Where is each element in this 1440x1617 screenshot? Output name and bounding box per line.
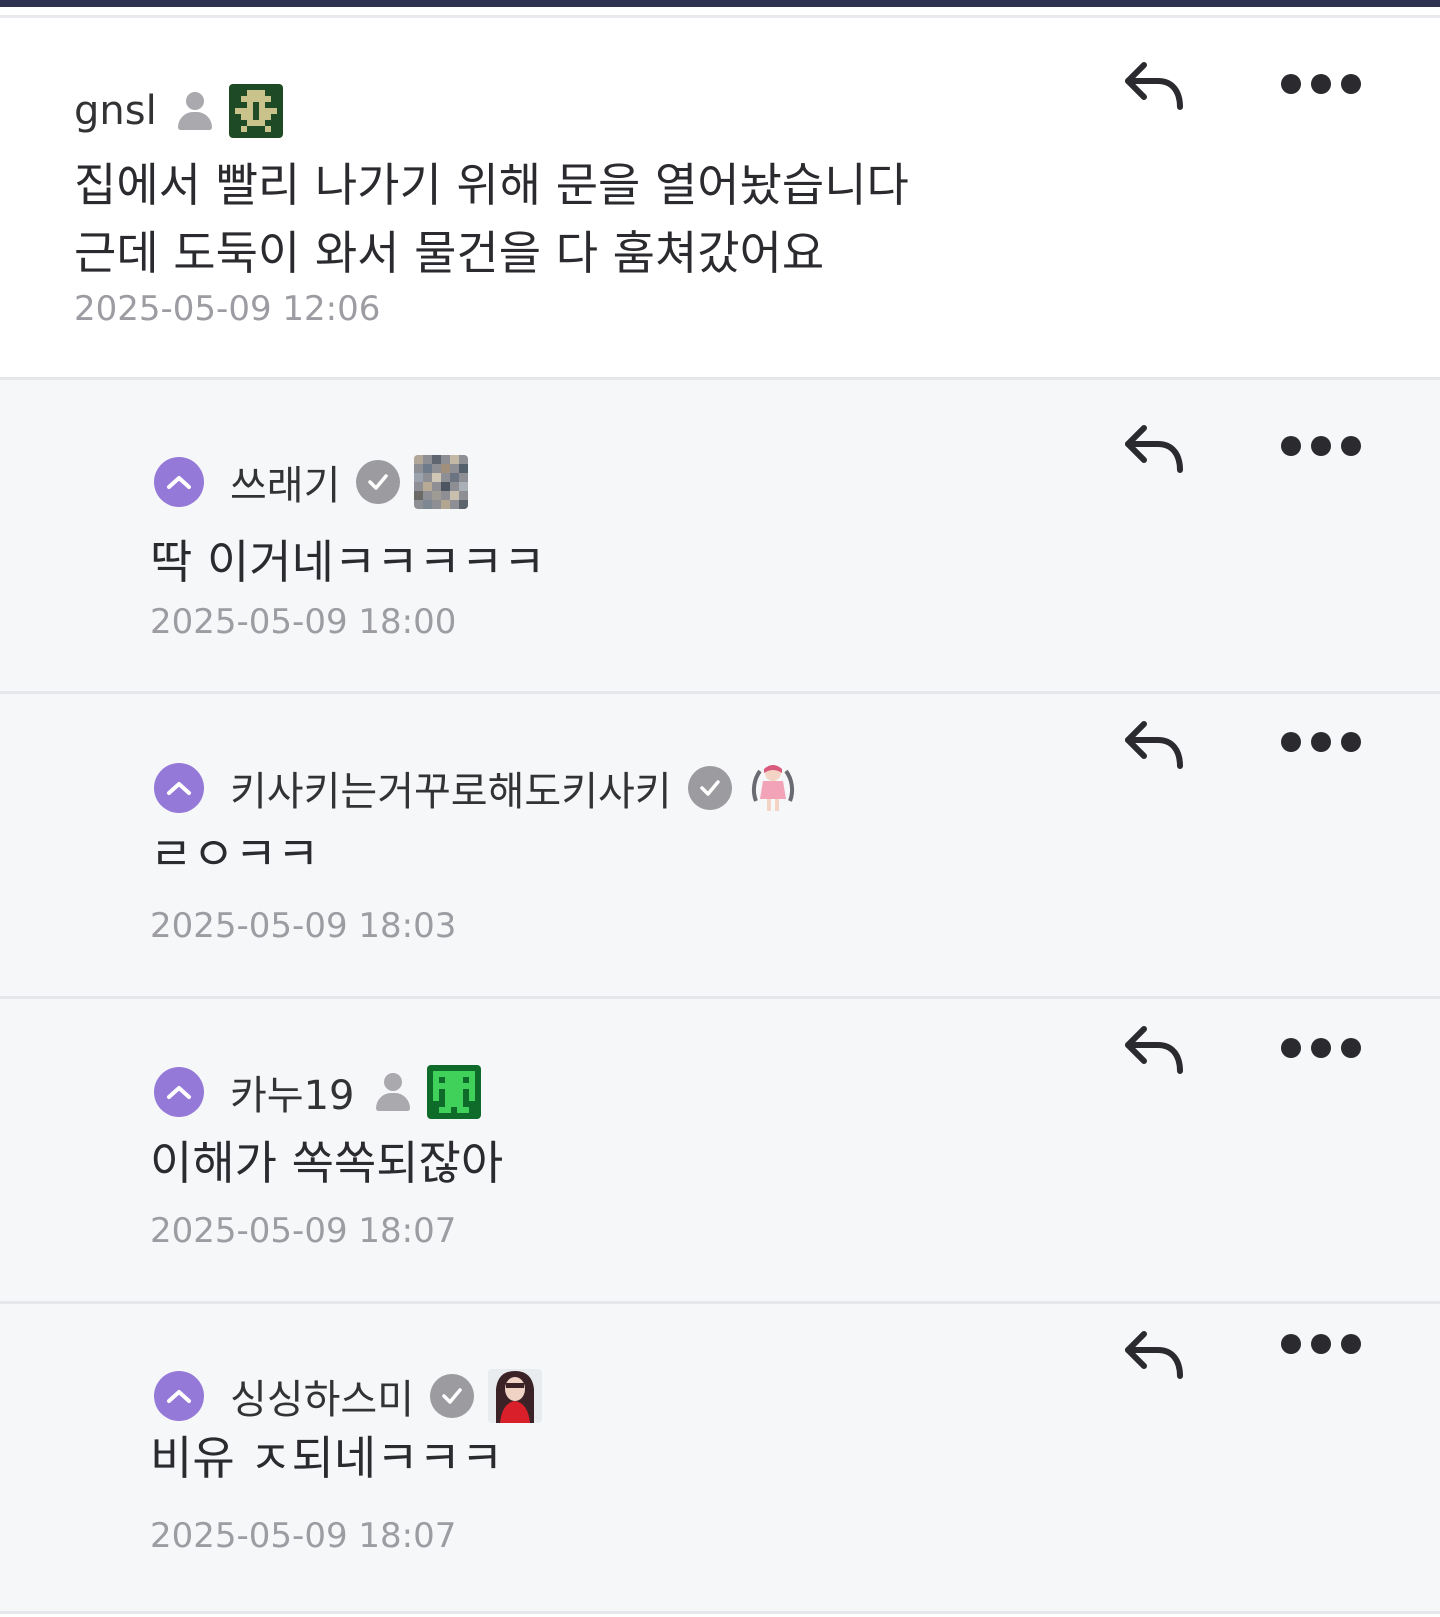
comment-text: 딱 이거네ㅋㅋㅋㅋㅋ bbox=[150, 535, 546, 589]
author-row: 쓰래기 bbox=[154, 452, 469, 512]
more-dot bbox=[1281, 732, 1301, 752]
reply-icon bbox=[1125, 62, 1183, 110]
more-dot bbox=[1311, 732, 1331, 752]
author-name[interactable]: 싱싱하스미 bbox=[230, 1367, 414, 1425]
comment-text: 비유 ㅈ되네ㅋㅋㅋ bbox=[150, 1431, 504, 1485]
verified-icon bbox=[687, 766, 732, 810]
reply-icon bbox=[1125, 1331, 1183, 1379]
user-icon bbox=[373, 1071, 413, 1113]
reply-icon bbox=[1125, 425, 1183, 473]
more-options-button[interactable] bbox=[1281, 431, 1361, 461]
author-name[interactable]: 쓰래기 bbox=[230, 453, 340, 511]
more-dot bbox=[1281, 1334, 1301, 1354]
more-dot bbox=[1341, 74, 1361, 94]
timestamp: 2025-05-09 18:07 bbox=[150, 1211, 457, 1251]
author-row: 싱싱하스미 bbox=[154, 1366, 542, 1426]
reply-button[interactable] bbox=[1122, 716, 1186, 780]
collapse-button[interactable] bbox=[154, 763, 204, 813]
more-options-button[interactable] bbox=[1281, 1033, 1361, 1063]
header-bar bbox=[0, 0, 1440, 7]
collapse-button[interactable] bbox=[154, 1067, 204, 1117]
collapse-button[interactable] bbox=[154, 457, 204, 507]
reply-icon bbox=[1125, 1026, 1183, 1074]
timestamp: 2025-05-09 18:00 bbox=[150, 602, 457, 642]
verified-icon bbox=[430, 1374, 474, 1418]
avatar[interactable] bbox=[426, 1065, 481, 1119]
comment-item: 싱싱하스미 비유 ㅈ되네ㅋㅋㅋ 2025-05-09 18:07 bbox=[0, 1304, 1440, 1614]
author-row: 카누19 bbox=[154, 1062, 481, 1122]
comment-text: 이해가 쏙쏙되잖아 bbox=[150, 1136, 504, 1190]
more-dot bbox=[1341, 436, 1361, 456]
chevron-up-icon bbox=[167, 782, 191, 795]
chevron-up-icon bbox=[167, 1390, 191, 1403]
more-dot bbox=[1311, 1038, 1331, 1058]
comment-text: ㄹㅇㅋㅋ bbox=[150, 827, 320, 881]
more-dot bbox=[1281, 74, 1301, 94]
more-options-button[interactable] bbox=[1281, 1329, 1361, 1359]
verified-icon bbox=[356, 460, 401, 504]
more-dot bbox=[1281, 1038, 1301, 1058]
avatar[interactable] bbox=[414, 455, 469, 509]
reply-button[interactable] bbox=[1122, 57, 1186, 121]
author-name[interactable]: 카누19 bbox=[230, 1063, 355, 1121]
timestamp: 2025-05-09 18:07 bbox=[150, 1516, 457, 1556]
comment-item: 쓰래기 딱 이거네ㅋㅋㅋㅋㅋ 2025-05-09 18:00 bbox=[0, 380, 1440, 694]
author-row: 키사키는거꾸로해도키사키 bbox=[154, 758, 800, 818]
reply-icon bbox=[1125, 721, 1183, 769]
reply-button[interactable] bbox=[1122, 1021, 1186, 1085]
comment-text: 집에서 빨리 나가기 위해 문을 열어놨습니다 근데 도둑이 와서 물건을 다 … bbox=[74, 158, 909, 280]
reply-button[interactable] bbox=[1122, 1326, 1186, 1390]
more-dot bbox=[1341, 732, 1361, 752]
more-options-button[interactable] bbox=[1281, 727, 1361, 757]
author-name[interactable]: gnsl bbox=[74, 88, 157, 134]
chevron-up-icon bbox=[167, 1086, 191, 1099]
comment-item: gnsl 집에서 빨리 나가기 위해 문을 열어놨습니다 근데 도둑이 와서 물… bbox=[0, 21, 1440, 380]
more-dot bbox=[1281, 436, 1301, 456]
author-name[interactable]: 키사키는거꾸로해도키사키 bbox=[230, 759, 672, 817]
author-row: gnsl bbox=[74, 81, 283, 141]
timestamp: 2025-05-09 18:03 bbox=[150, 906, 457, 946]
more-dot bbox=[1341, 1334, 1361, 1354]
avatar[interactable] bbox=[228, 84, 283, 138]
chevron-up-icon bbox=[167, 476, 191, 489]
more-dot bbox=[1311, 436, 1331, 456]
comment-item: 키사키는거꾸로해도키사키 ㄹㅇㅋㅋ 2025-05-09 18:03 bbox=[0, 694, 1440, 999]
user-icon bbox=[175, 90, 215, 132]
more-options-button[interactable] bbox=[1281, 69, 1361, 99]
avatar[interactable] bbox=[488, 1369, 542, 1423]
more-dot bbox=[1311, 74, 1331, 94]
avatar[interactable] bbox=[746, 761, 800, 815]
reply-button[interactable] bbox=[1122, 420, 1186, 484]
more-dot bbox=[1341, 1038, 1361, 1058]
header-divider bbox=[0, 7, 1440, 18]
timestamp: 2025-05-09 12:06 bbox=[74, 289, 381, 329]
collapse-button[interactable] bbox=[154, 1371, 204, 1421]
more-dot bbox=[1311, 1334, 1331, 1354]
comment-item: 카누19 이해가 쏙쏙되잖아 2025-05-09 18:07 bbox=[0, 999, 1440, 1304]
